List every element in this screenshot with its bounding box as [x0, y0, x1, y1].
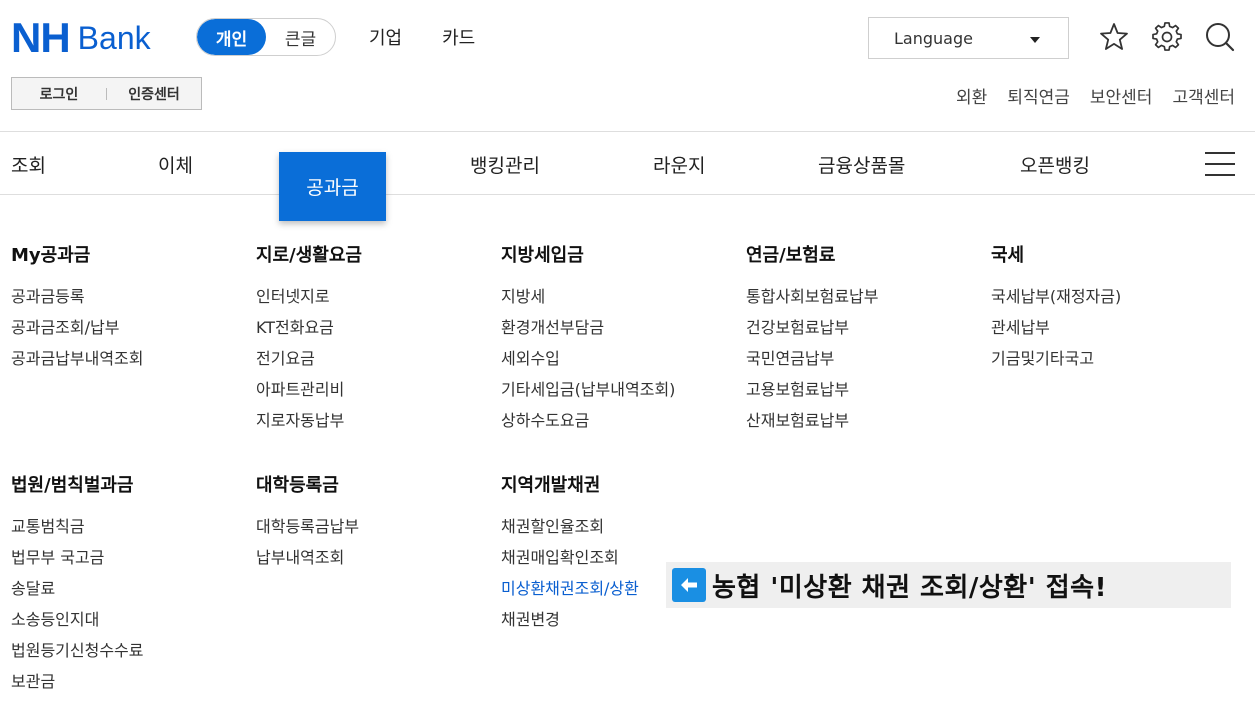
menu-heading: 지역개발채권: [501, 475, 601, 496]
menu-col-court-fines: 법원/범칙벌과금 교통범칙금 법무부 국고금 송달료 소송등인지대 법원등기신청…: [11, 474, 143, 702]
menu-item[interactable]: 대학등록금납부: [256, 516, 359, 547]
menu-heading: 대학등록금: [256, 475, 339, 496]
menu-item[interactable]: 교통범칙금: [11, 516, 143, 547]
menu-item[interactable]: 소송등인지대: [11, 609, 143, 640]
menu-item[interactable]: 국민연금납부: [746, 348, 878, 379]
menu-item[interactable]: 세외수입: [501, 348, 675, 379]
top-nav-business[interactable]: 기업: [369, 24, 402, 50]
logo-bank: Bank: [77, 20, 151, 56]
menu-item[interactable]: 지로자동납부: [256, 410, 362, 441]
main-nav-open-banking[interactable]: 오픈뱅킹: [1020, 151, 1090, 178]
auth-box: 로그인 인증센터: [11, 77, 202, 110]
menu-heading: 국세: [991, 245, 1025, 266]
menu-item[interactable]: 공과금납부내역조회: [11, 348, 143, 379]
menu-item-unredeemed-bonds[interactable]: 미상환채권조회/상환: [501, 578, 639, 609]
menu-item[interactable]: 아파트관리비: [256, 379, 362, 410]
main-nav-inquiry[interactable]: 조회: [11, 151, 46, 178]
menu-item[interactable]: 건강보험료납부: [746, 317, 878, 348]
util-nav-security[interactable]: 보안센터: [1090, 83, 1153, 108]
menu-item[interactable]: 공과금조회/납부: [11, 317, 143, 348]
util-nav-support[interactable]: 고객센터: [1172, 83, 1235, 108]
top-nav: 기업 카드: [369, 24, 475, 50]
language-select[interactable]: Language: [868, 17, 1069, 59]
menu-item[interactable]: 납부내역조회: [256, 547, 359, 578]
nh-bank-logo[interactable]: NH Bank: [11, 14, 151, 61]
menu-col-national-tax: 국세 국세납부(재정자금) 관세납부 기금및기타국고: [991, 244, 1121, 379]
menu-icon[interactable]: [1205, 151, 1235, 177]
menu-heading: 지방세입금: [501, 245, 584, 266]
logo-nh: NH: [11, 14, 71, 61]
menu-item[interactable]: 송달료: [11, 578, 143, 609]
menu-col-tuition: 대학등록금 대학등록금납부 납부내역조회: [256, 474, 359, 578]
menu-item[interactable]: 환경개선부담금: [501, 317, 675, 348]
menu-item[interactable]: 지방세: [501, 286, 675, 317]
menu-item[interactable]: 국세납부(재정자금): [991, 286, 1121, 317]
menu-heading: 지로/생활요금: [256, 245, 362, 266]
main-nav-banking-mgmt[interactable]: 뱅킹관리: [470, 151, 540, 178]
annotation-text: 농협 '미상환 채권 조회/상환' 접속!: [712, 572, 1107, 603]
menu-item[interactable]: 관세납부: [991, 317, 1121, 348]
menu-item[interactable]: 채권변경: [501, 609, 639, 640]
menu-item[interactable]: 인터넷지로: [256, 286, 362, 317]
menu-heading: 법원/범칙벌과금: [11, 475, 134, 496]
header-divider: [0, 131, 1255, 132]
main-nav-products[interactable]: 금융상품몰: [818, 151, 905, 178]
menu-item[interactable]: 채권할인율조회: [501, 516, 639, 547]
arrow-left-icon: [672, 568, 706, 602]
menu-item[interactable]: 채권매입확인조회: [501, 547, 639, 578]
menu-heading: My공과금: [11, 245, 91, 266]
mode-large-text-button[interactable]: 큰글: [266, 19, 335, 55]
caret-down-icon: [1030, 37, 1040, 43]
main-nav-transfer[interactable]: 이체: [158, 151, 193, 178]
star-icon[interactable]: [1097, 20, 1131, 54]
main-nav-lounge[interactable]: 라운지: [653, 151, 705, 178]
menu-col-local-tax: 지방세입금 지방세 환경개선부담금 세외수입 기타세입금(납부내역조회) 상하수…: [501, 244, 675, 441]
menu-item[interactable]: 고용보험료납부: [746, 379, 878, 410]
menu-col-giro: 지로/생활요금 인터넷지로 KT전화요금 전기요금 아파트관리비 지로자동납부: [256, 244, 362, 441]
menu-item[interactable]: 공과금등록: [11, 286, 143, 317]
menu-item[interactable]: 법무부 국고금: [11, 547, 143, 578]
menu-item[interactable]: 전기요금: [256, 348, 362, 379]
menu-col-regional-bonds: 지역개발채권 채권할인율조회 채권매입확인조회 미상환채권조회/상환 채권변경: [501, 474, 639, 640]
cert-center-button[interactable]: 인증센터: [107, 84, 201, 104]
menu-heading: 연금/보험료: [746, 245, 836, 266]
menu-col-my-bills: My공과금 공과금등록 공과금조회/납부 공과금납부내역조회: [11, 244, 143, 379]
utility-nav: 외환 퇴직연금 보안센터 고객센터: [956, 83, 1235, 108]
gear-icon[interactable]: [1150, 20, 1184, 54]
mode-personal-button[interactable]: 개인: [197, 19, 266, 55]
menu-item[interactable]: 기금및기타국고: [991, 348, 1121, 379]
login-button[interactable]: 로그인: [12, 84, 106, 104]
menu-item[interactable]: 기타세입금(납부내역조회): [501, 379, 675, 410]
menu-item[interactable]: 산재보험료납부: [746, 410, 878, 441]
search-icon[interactable]: [1203, 20, 1237, 54]
nav-divider: [0, 194, 1255, 195]
menu-item[interactable]: 법원등기신청수수료: [11, 640, 143, 671]
util-nav-forex[interactable]: 외환: [956, 83, 987, 108]
menu-item[interactable]: 통합사회보험료납부: [746, 286, 878, 317]
mode-toggle: 개인 큰글: [196, 18, 336, 56]
annotation-callout: 농협 '미상환 채권 조회/상환' 접속!: [666, 562, 1231, 608]
top-nav-card[interactable]: 카드: [442, 24, 475, 50]
menu-item[interactable]: KT전화요금: [256, 317, 362, 348]
util-nav-pension[interactable]: 퇴직연금: [1007, 83, 1070, 108]
language-label: Language: [894, 28, 973, 48]
main-nav-utility-bills[interactable]: 공과금: [279, 152, 386, 221]
menu-item[interactable]: 상하수도요금: [501, 410, 675, 441]
menu-col-pension-insurance: 연금/보험료 통합사회보험료납부 건강보험료납부 국민연금납부 고용보험료납부 …: [746, 244, 878, 441]
menu-item[interactable]: 보관금: [11, 671, 143, 702]
